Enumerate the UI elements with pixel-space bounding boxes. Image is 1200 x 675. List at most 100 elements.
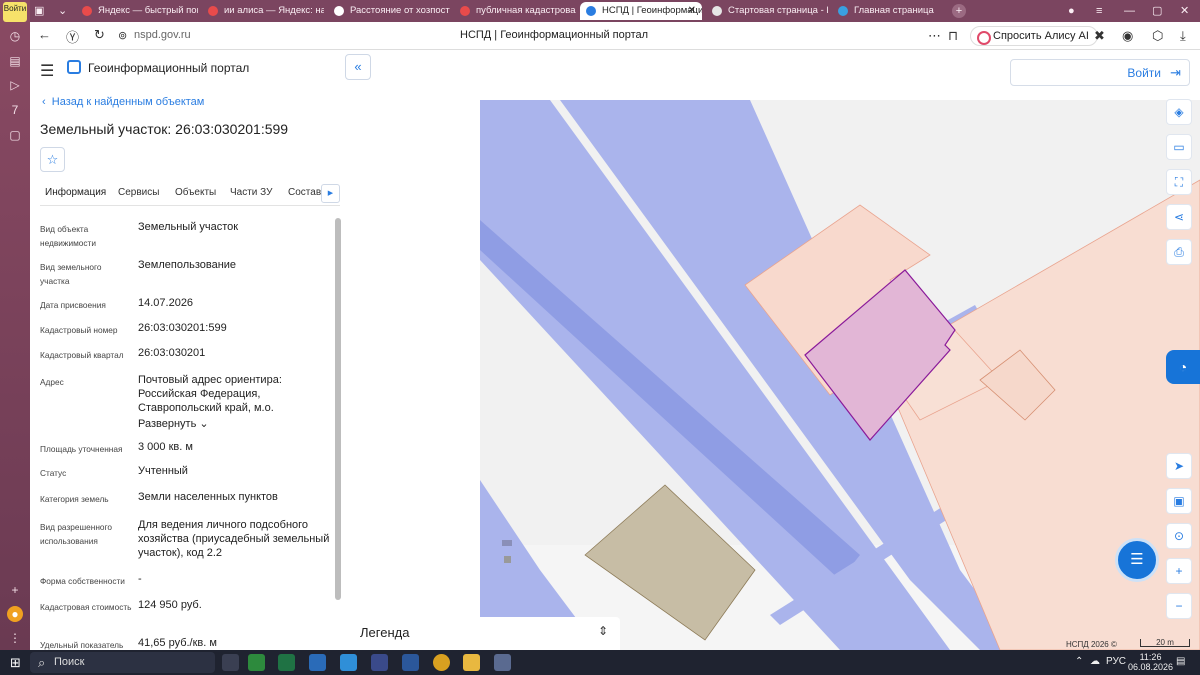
new-tab-icon[interactable]: + [952,4,966,18]
scrollbar-thumb[interactable] [335,218,341,600]
yandex-icon[interactable]: Ⓨ [66,27,79,46]
favorite-star-icon[interactable]: ☆ [40,147,65,172]
geolocation-icon[interactable]: ⊙ [1166,523,1192,549]
browser-tab[interactable]: Стартовая страница - Ко [706,2,828,20]
add-icon[interactable]: + [7,582,23,598]
tab-objects[interactable]: Объекты [175,187,216,198]
tabs-menu-icon[interactable]: ≡ [1096,2,1102,20]
collections-icon[interactable]: ▤ [7,53,23,69]
clock[interactable]: 11:26 06.08.2026 [1128,652,1173,672]
locate-arrow-icon[interactable]: ➤ [1166,453,1192,479]
tab-count-icon[interactable]: ▣ [34,2,44,20]
attr-key: Дата присвоения [40,300,106,310]
browser-tab[interactable]: НСПД | Геоинформаци ✕ [580,2,702,20]
geoportal-app: ☰ Геоинформационный портал « Войти ⇥ ‹ Н… [30,50,1200,650]
profile-login-badge[interactable]: Войти [3,2,27,22]
tray-chevron-icon[interactable]: ⌃ [1075,656,1083,667]
attr-value: Почтовый адрес ориентира: Российская Фед… [138,374,282,414]
reload-icon[interactable]: ↻ [94,27,105,43]
browser-tab[interactable]: публичная кадастровая к [454,2,576,20]
browser-tab[interactable]: ии алиса — Яндекс: нашл [202,2,324,20]
task-view-icon[interactable] [222,654,239,671]
explorer-icon[interactable] [463,654,480,671]
ruler-icon[interactable]: ▭ [1166,134,1192,160]
store-icon[interactable] [248,654,265,671]
browser-tab[interactable]: Яндекс — быстрый поиск [76,2,198,20]
tab-composition[interactable]: Состав [288,187,321,198]
windows-start-icon[interactable]: ⊞ [10,655,21,671]
attr-value: 124 950 руб. [138,599,202,611]
excel-icon[interactable] [278,654,295,671]
tabs-next-arrow-icon[interactable]: ▶ [321,184,340,203]
extension-icon[interactable]: ✖ [1094,28,1105,44]
more-icon[interactable]: ⋮ [7,630,23,646]
menu-icon[interactable]: ☰ [40,61,54,81]
tab-label: Расстояние от хозпостр [350,5,450,16]
expand-address-link[interactable]: Развернуть ⌄ [138,417,330,431]
alice-icon[interactable]: ● [7,606,23,622]
attr-key: Площадь уточненная [40,444,123,454]
zoom-out-icon[interactable]: − [1166,593,1192,619]
minimize-icon[interactable]: — [1124,2,1135,20]
portal-logo-icon [67,60,81,74]
ask-alice-button[interactable]: Спросить Алису AI [970,26,1098,46]
select-area-icon[interactable]: ⛶ [1166,169,1192,195]
mail-icon[interactable] [309,654,326,671]
more-options-icon[interactable]: ⋯ [928,28,941,44]
yandex-browser-icon[interactable] [494,654,511,671]
app-7-icon[interactable]: 7 [7,102,23,118]
notifications-icon[interactable]: ▤ [1176,656,1185,667]
portal-title: Геоинформационный портал [88,61,250,75]
history-icon[interactable]: ◷ [7,28,23,44]
extension-3-icon[interactable]: ⬡ [1152,28,1163,44]
tab-parts[interactable]: Части ЗУ [230,187,272,198]
tab-label: ии алиса — Яндекс: нашл [224,5,324,16]
yandex-app-icon[interactable] [371,654,388,671]
extension-2-icon[interactable]: ◉ [1122,28,1133,44]
taskbar-search[interactable]: Поиск [30,652,215,673]
layers-icon[interactable]: ◈ [1166,99,1192,125]
lock-icon[interactable]: ⊚ [118,29,127,42]
download-icon[interactable]: ⤓ [1180,28,1186,44]
tab-favicon-icon [586,6,596,16]
attr-value: Земельный участок [138,221,239,233]
tab-favicon-icon [712,6,722,16]
lang-indicator[interactable]: РУС [1106,656,1126,667]
browser-tab[interactable]: Главная страница [832,2,954,20]
collapse-panel-button[interactable]: « [345,54,371,80]
login-button[interactable]: Войти ⇥ [1010,59,1190,86]
legend-selector[interactable]: Легенда ⇕ [342,617,620,650]
print-icon[interactable]: ⎙ [1166,239,1192,265]
attr-value: Земли населенных пунктов [138,491,278,503]
share-icon[interactable]: ⋖ [1166,204,1192,230]
back-arrow-icon[interactable]: ← [38,27,51,42]
attr-key: Форма собственности [40,576,125,586]
network-icon[interactable]: ☁ [1090,656,1100,667]
tab-list-chevron-icon[interactable]: ⌄ [58,2,67,20]
close-window-icon[interactable]: ✕ [1180,2,1189,20]
panel-scrollbar[interactable] [335,210,341,650]
window-icon[interactable]: ▢ [7,127,23,143]
attr-value: 26:03:030201 [138,347,206,359]
profile-icon[interactable]: ● [1068,2,1075,20]
clock-time: 11:26 [1139,652,1162,662]
edge-icon[interactable] [340,654,357,671]
maximize-icon[interactable]: ▢ [1152,2,1162,20]
minimap-icon[interactable]: ▣ [1166,488,1192,514]
map-canvas[interactable] [480,100,1200,650]
url-field[interactable]: nspd.gov.ru [134,29,191,41]
close-tab-icon[interactable]: ✕ [688,2,696,20]
browser-tab[interactable]: Расстояние от хозпостр [328,2,450,20]
chat-bubble-icon[interactable]: ☰ [1115,538,1159,582]
assistant-tab-icon[interactable]: ◔ [1166,350,1200,384]
attr-value: Землепользование [138,259,237,271]
page-title-text: НСПД | Геоинформационный портал [460,29,649,41]
tab-info[interactable]: Информация [45,187,106,198]
back-to-results-link[interactable]: ‹ Назад к найденным объектам [42,96,204,108]
chrome-icon[interactable] [433,654,450,671]
zoom-in-icon[interactable]: + [1166,558,1192,584]
play-icon[interactable]: ▷ [7,77,23,93]
tab-services[interactable]: Сервисы [118,187,159,198]
bookmark-icon[interactable]: ⊓ [948,28,958,44]
word-icon[interactable] [402,654,419,671]
